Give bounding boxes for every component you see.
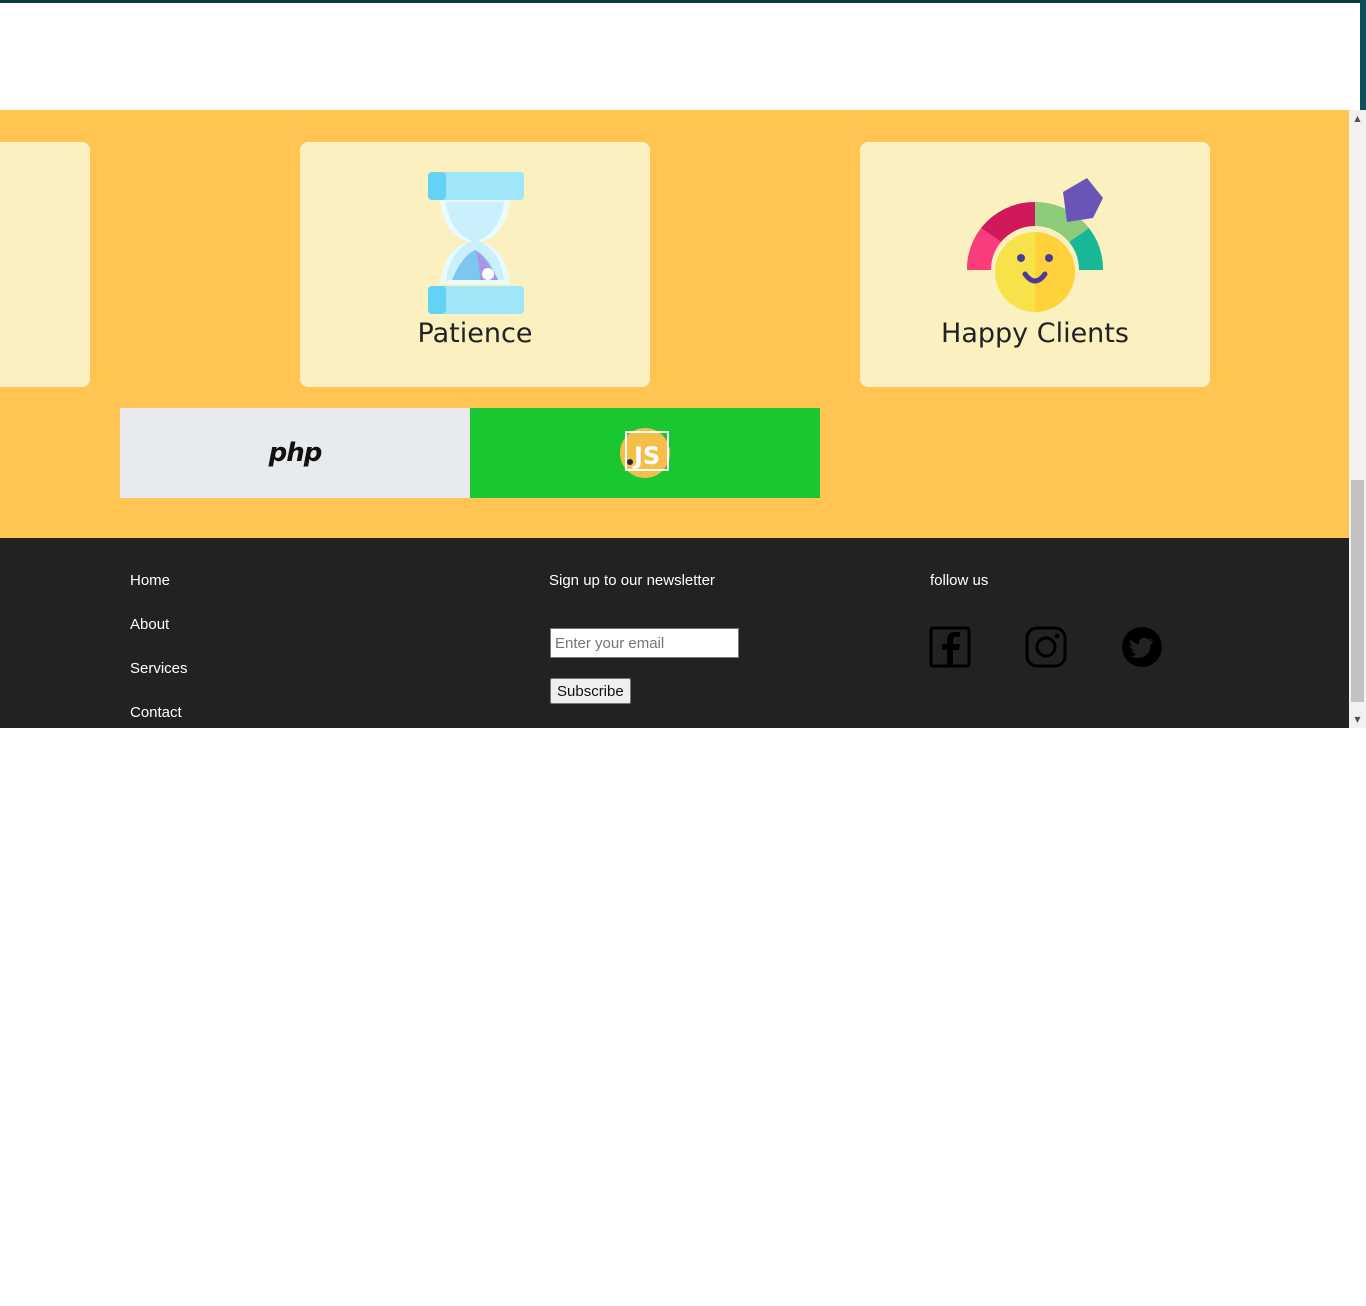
vertical-scrollbar[interactable]: ▲ ▼ — [1349, 110, 1366, 728]
card-title-happy-clients: Happy Clients — [941, 318, 1129, 349]
email-input[interactable] — [550, 628, 739, 658]
twitter-icon[interactable] — [1121, 626, 1163, 668]
js-logo-icon: JS — [620, 428, 670, 478]
js-logo-tile: JS — [470, 408, 820, 498]
facebook-icon[interactable] — [929, 626, 971, 668]
site-footer: Home About Services Contact Sign up to o… — [0, 538, 1349, 728]
instagram-icon[interactable] — [1025, 626, 1067, 668]
scroll-thumb[interactable] — [1351, 480, 1364, 702]
card-title-patience: Patience — [417, 318, 533, 349]
subscribe-button[interactable]: Subscribe — [550, 678, 631, 704]
newsletter-title: Sign up to our newsletter — [549, 572, 715, 589]
footer-link-about[interactable]: About — [130, 616, 188, 660]
scroll-up-arrow-icon[interactable]: ▲ — [1349, 110, 1366, 127]
footer-nav: Home About Services Contact — [130, 572, 188, 728]
footer-link-services[interactable]: Services — [130, 660, 188, 704]
browser-viewport: Patience Happy Clients php JS Home About… — [0, 0, 1366, 728]
header-edge — [1360, 0, 1366, 110]
happy-gauge-icon — [860, 166, 1210, 326]
js-logo-text: JS — [632, 442, 660, 470]
patience-card: Patience — [300, 142, 650, 387]
footer-link-contact[interactable]: Contact — [130, 704, 188, 728]
hourglass-icon — [300, 166, 650, 326]
footer-link-home[interactable]: Home — [130, 572, 188, 616]
partial-card — [0, 142, 90, 387]
scroll-down-arrow-icon[interactable]: ▼ — [1349, 711, 1366, 728]
header-border — [0, 0, 1360, 3]
follow-title: follow us — [930, 572, 989, 589]
happy-clients-card: Happy Clients — [860, 142, 1210, 387]
php-logo-tile: php — [120, 408, 470, 498]
skills-section: Patience Happy Clients php JS — [0, 110, 1349, 538]
php-logo: php — [268, 438, 323, 468]
